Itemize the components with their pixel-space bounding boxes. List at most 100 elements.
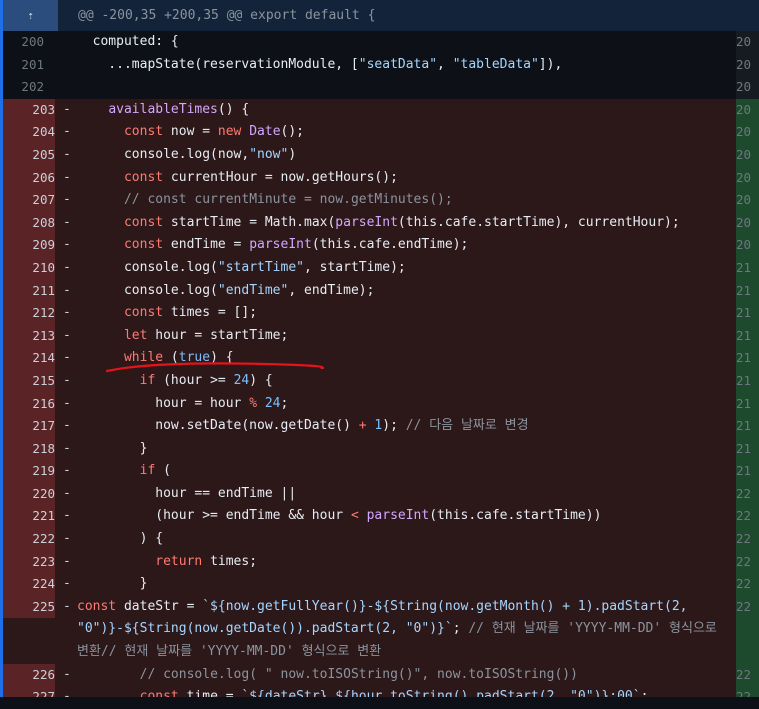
- code-text: const dateStr = `${now.getFullYear()}-${…: [77, 598, 717, 660]
- diff-line: 209- const endTime = parseInt(this.cafe.…: [0, 234, 759, 257]
- diff-line: 217- now.setDate(now.getDate() + 1); // …: [0, 415, 759, 438]
- deletion-marker: -: [63, 124, 71, 140]
- line-number[interactable]: 218: [3, 437, 55, 461]
- line-number[interactable]: 204: [3, 121, 55, 144]
- line-number[interactable]: 224: [3, 573, 55, 596]
- line-number[interactable]: 207: [3, 189, 55, 212]
- new-line-number[interactable]: 20: [736, 31, 759, 54]
- deletion-marker: -: [63, 485, 71, 501]
- new-line-number[interactable]: 21: [736, 437, 759, 461]
- line-number[interactable]: 216: [3, 392, 55, 416]
- diff-line: 207- // const currentMinute = now.getMin…: [0, 189, 759, 212]
- line-number[interactable]: 211: [3, 279, 55, 303]
- diff-line: 210- console.log("startTime", startTime)…: [0, 256, 759, 280]
- line-number[interactable]: 210: [3, 256, 55, 280]
- code-text: availableTimes() {: [108, 101, 250, 117]
- line-number[interactable]: 219: [3, 460, 55, 483]
- new-line-number[interactable]: 20: [736, 53, 759, 77]
- line-number[interactable]: 215: [3, 369, 55, 393]
- code-text: const now = new Date();: [123, 124, 305, 140]
- line-number[interactable]: 223: [3, 550, 55, 574]
- new-line-number[interactable]: 21: [736, 302, 759, 325]
- diff-line: 205- console.log(now,"now") 20: [0, 143, 759, 167]
- new-line-number[interactable]: 22: [736, 482, 759, 506]
- new-line-number[interactable]: 22: [736, 663, 759, 687]
- deletion-marker: -: [63, 531, 71, 547]
- code-text: // const currentMinute = now.getMinutes(…: [123, 192, 453, 208]
- code-text: const times = [];: [123, 305, 258, 321]
- new-line-number[interactable]: 22: [736, 505, 759, 529]
- line-number[interactable]: 201: [3, 54, 44, 77]
- new-line-number[interactable]: 20: [736, 234, 759, 257]
- diff-line: 219- if ( 21: [0, 460, 759, 483]
- diff-line: 211- console.log("endTime", endTime); 21: [0, 279, 759, 303]
- new-line-number[interactable]: 22: [736, 573, 759, 596]
- new-line-number[interactable]: 21: [736, 460, 759, 483]
- new-line-number[interactable]: 22: [736, 528, 759, 551]
- diff-line: 222- ) { 22: [0, 528, 759, 551]
- code-text: }: [77, 440, 148, 456]
- code-text: ...mapState(reservationModule, ["seatDat…: [77, 56, 563, 72]
- diff-line: 226- // console.log( " now.toISOString()…: [0, 663, 759, 687]
- code-text: let hour = startTime;: [123, 327, 289, 343]
- code-text: const currentHour = now.getHours();: [123, 169, 398, 185]
- line-number[interactable]: 208: [3, 211, 55, 235]
- new-line-number[interactable]: 21: [736, 369, 759, 393]
- line-number[interactable]: 217: [3, 415, 55, 438]
- line-number[interactable]: 202: [3, 76, 44, 99]
- line-number[interactable]: 212: [3, 302, 55, 325]
- code-text: hour == endTime ||: [77, 485, 297, 501]
- deletion-marker: -: [63, 350, 71, 366]
- deletion-marker: -: [63, 237, 71, 253]
- new-line-number[interactable]: 21: [736, 347, 759, 370]
- diff-line: 220- hour == endTime || 22: [0, 482, 759, 506]
- diff-line: 203- availableTimes() {20: [0, 98, 759, 122]
- new-line-number[interactable]: 20: [736, 211, 759, 235]
- line-number[interactable]: 213: [3, 324, 55, 348]
- new-line-number[interactable]: 20: [736, 76, 759, 99]
- line-number[interactable]: 206: [3, 166, 55, 190]
- code-text: if (: [139, 463, 171, 479]
- deletion-marker: -: [63, 508, 71, 524]
- new-line-number[interactable]: 21: [736, 324, 759, 348]
- new-line-number[interactable]: 21: [736, 279, 759, 303]
- line-number[interactable]: 225: [3, 595, 55, 619]
- horizontal-scrollbar[interactable]: [0, 697, 759, 709]
- deletion-marker: -: [63, 576, 71, 592]
- expand-up-button[interactable]: ⇡: [3, 0, 58, 31]
- line-number[interactable]: 226: [3, 663, 55, 687]
- deletion-marker: -: [63, 169, 71, 185]
- new-line-number[interactable]: 20: [736, 121, 759, 144]
- line-number[interactable]: 209: [3, 234, 55, 257]
- hunk-header-text: @@ -200,35 +200,35 @@ export default {: [78, 8, 376, 23]
- line-number[interactable]: 214: [3, 347, 55, 370]
- code-text: console.log("endTime", endTime);: [77, 282, 375, 298]
- line-number[interactable]: 222: [3, 528, 55, 551]
- line-number[interactable]: 203: [3, 98, 55, 122]
- new-line-number[interactable]: 20: [736, 189, 759, 212]
- deletion-marker: -: [63, 666, 71, 682]
- line-number[interactable]: 220: [3, 482, 55, 506]
- diff-line: 206- const currentHour = now.getHours();…: [0, 166, 759, 190]
- line-number[interactable]: 221: [3, 505, 55, 529]
- code-text: ) {: [77, 531, 164, 547]
- line-number[interactable]: 205: [3, 143, 55, 167]
- deletion-marker: -: [63, 282, 71, 298]
- deletion-marker: -: [63, 463, 71, 479]
- expand-up-icon: ⇡: [27, 9, 34, 22]
- new-line-number[interactable]: 20: [736, 166, 759, 190]
- diff-line: 212- const times = []; 21: [0, 302, 759, 325]
- line-number[interactable]: 200: [3, 31, 44, 54]
- new-line-number[interactable]: 21: [736, 392, 759, 416]
- new-line-number[interactable]: 21: [736, 256, 759, 280]
- diff-line: 204- const now = new Date(); 20: [0, 121, 759, 144]
- new-line-number[interactable]: 20: [736, 98, 759, 122]
- code-text: // console.log( " now.toISOString()", no…: [139, 666, 578, 682]
- deletion-marker: -: [63, 598, 71, 614]
- deletion-marker: -: [63, 372, 71, 388]
- new-line-number[interactable]: 22: [736, 550, 759, 574]
- new-line-number[interactable]: 22: [736, 595, 759, 664]
- new-line-number[interactable]: 20: [736, 143, 759, 167]
- code-text: hour = hour % 24;: [77, 395, 289, 411]
- new-line-number[interactable]: 21: [736, 415, 759, 438]
